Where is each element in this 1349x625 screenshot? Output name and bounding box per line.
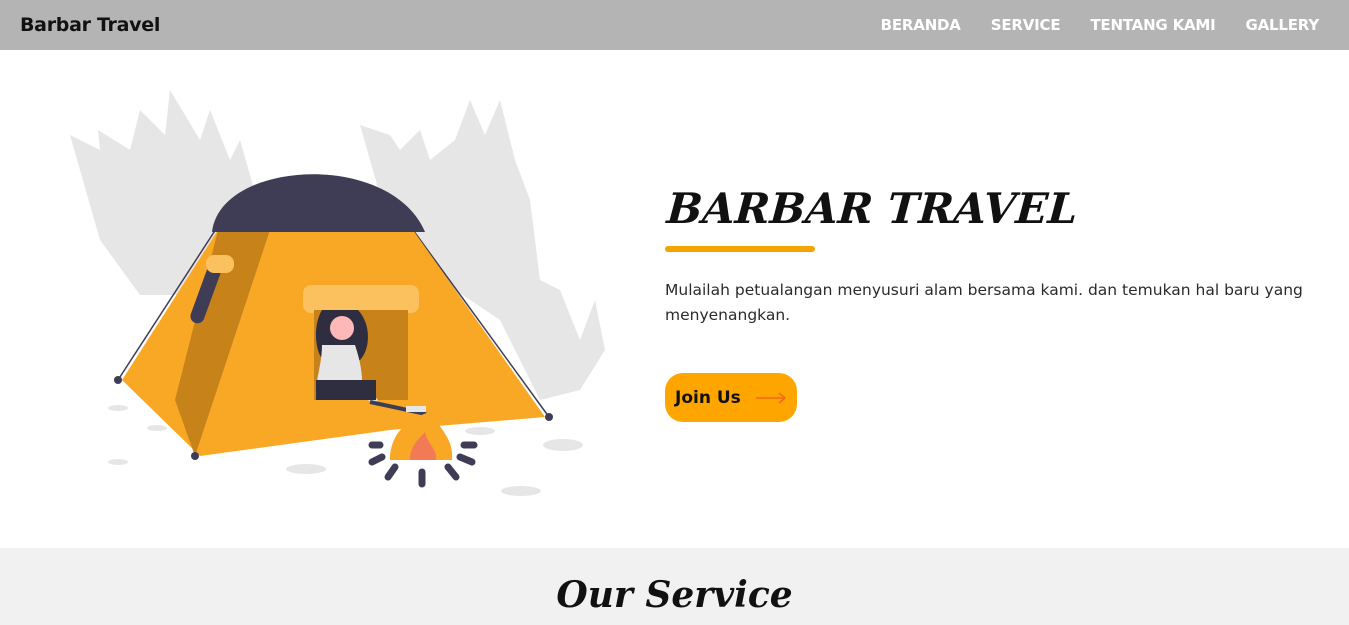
join-us-button[interactable]: Join Us — [665, 373, 797, 422]
nav-link-gallery[interactable]: GALLERY — [1246, 16, 1320, 34]
nav-link-tentang-kami[interactable]: TENTANG KAMI — [1090, 16, 1215, 34]
nav-link-service[interactable]: SERVICE — [991, 16, 1061, 34]
tent-door-roll — [303, 285, 419, 313]
camping-illustration — [70, 90, 605, 496]
tent-strap-top — [206, 255, 234, 273]
nav-link-beranda[interactable]: BERANDA — [881, 16, 961, 34]
hero-title: BARBAR TRAVEL — [665, 184, 1080, 233]
arrow-right-icon — [755, 391, 786, 404]
nav-links: BERANDA SERVICE TENTANG KAMI GALLERY — [881, 16, 1320, 34]
service-section: Our Service — [0, 548, 1349, 625]
title-underline — [665, 246, 815, 252]
navbar: Barbar Travel BERANDA SERVICE TENTANG KA… — [0, 0, 1349, 50]
join-us-label: Join Us — [675, 387, 741, 408]
hero-description: Mulailah petualangan menyusuri alam bers… — [665, 281, 1303, 324]
service-section-title: Our Service — [556, 574, 793, 616]
hero-text-block: BARBAR TRAVEL Mulailah petualangan menyu… — [665, 180, 1335, 328]
brand-logo[interactable]: Barbar Travel — [20, 14, 160, 36]
